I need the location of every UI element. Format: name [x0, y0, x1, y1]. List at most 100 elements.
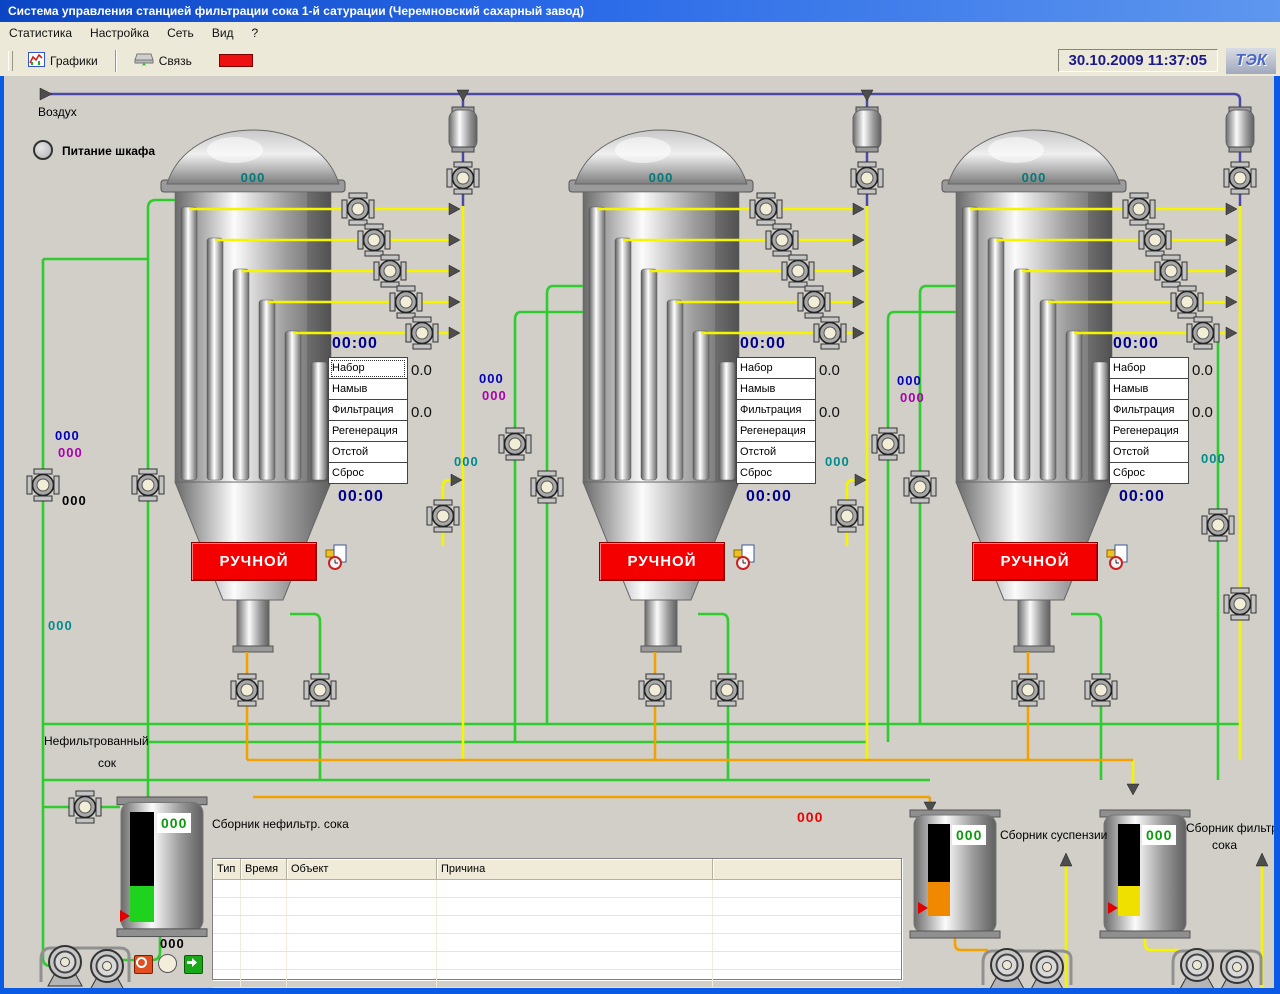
- filter3-timer-top: 00:00: [1113, 335, 1159, 353]
- pump-group-filtered[interactable]: [1180, 949, 1254, 991]
- filter3-mode-button[interactable]: РУЧНОЙ: [972, 542, 1098, 581]
- link-button[interactable]: Связь: [125, 46, 201, 75]
- menu-settings[interactable]: Настройка: [81, 22, 158, 45]
- air-receiver: [449, 107, 1254, 152]
- valve-icon[interactable]: [1187, 317, 1219, 349]
- filter1-nabor-value: 0.0: [411, 362, 432, 379]
- valve-icon[interactable]: [814, 317, 846, 349]
- valve-icon[interactable]: [1155, 255, 1187, 287]
- valve-icon[interactable]: [447, 162, 479, 194]
- valve-icon[interactable]: [831, 500, 863, 532]
- events-table[interactable]: Тип Время Объект Причина: [212, 858, 902, 980]
- valve-icon[interactable]: [711, 674, 743, 706]
- filter1-blue-value: 000: [55, 428, 80, 443]
- filter3-blue-value: 000: [897, 373, 922, 388]
- valve-icon[interactable]: [1085, 674, 1117, 706]
- valve-icon[interactable]: [1139, 224, 1171, 256]
- pump-value: 000: [160, 936, 185, 951]
- valve-icon[interactable]: [750, 193, 782, 225]
- graphs-button[interactable]: Графики: [19, 48, 107, 74]
- valve-icon[interactable]: [782, 255, 814, 287]
- phase-row[interactable]: Сброс: [1110, 463, 1188, 483]
- phase-row[interactable]: Набор: [1110, 358, 1188, 379]
- phase-row[interactable]: Намыв: [329, 379, 407, 400]
- tank-suspension-label: Сборник суспензии: [1000, 828, 1107, 842]
- valve-icon[interactable]: [342, 193, 374, 225]
- phase-row[interactable]: Набор: [737, 358, 815, 379]
- phase-row[interactable]: Набор: [329, 358, 407, 379]
- phase-row[interactable]: Фильтрация: [737, 400, 815, 421]
- filter3-teal-value: 000: [1201, 451, 1226, 466]
- valve-icon[interactable]: [358, 224, 390, 256]
- pump-group-unfiltered[interactable]: [48, 946, 124, 990]
- phase-row[interactable]: Регенерация: [737, 421, 815, 442]
- collector-red-value: 000: [797, 809, 823, 825]
- phase-row[interactable]: Намыв: [737, 379, 815, 400]
- table-row: [213, 934, 901, 952]
- valve-icon[interactable]: [304, 674, 336, 706]
- filter1-filtration-value: 0.0: [411, 404, 432, 421]
- valve-icon[interactable]: [639, 674, 671, 706]
- chart-icon: [28, 52, 45, 70]
- phase-row[interactable]: Отстой: [737, 442, 815, 463]
- filter2-mode-button[interactable]: РУЧНОЙ: [599, 542, 725, 581]
- valve-icon[interactable]: [427, 500, 459, 532]
- tank-unfiltered-value: 000: [157, 813, 191, 833]
- filter1-teal-left-value: 000: [48, 618, 73, 633]
- valve-icon[interactable]: [798, 286, 830, 318]
- column-header-object[interactable]: Объект: [287, 859, 437, 879]
- column-header-reason[interactable]: Причина: [437, 859, 713, 879]
- menu-network[interactable]: Сеть: [158, 22, 203, 45]
- valve-icon[interactable]: [1123, 193, 1155, 225]
- table-row: [213, 970, 901, 988]
- phase-row[interactable]: Намыв: [1110, 379, 1188, 400]
- pump-stop-button[interactable]: [134, 955, 153, 974]
- valve-icon[interactable]: [1224, 162, 1256, 194]
- tank-unfiltered-label: Сборник нефильтр. сока: [212, 817, 349, 831]
- pump-start-button[interactable]: [184, 955, 203, 974]
- column-header-type[interactable]: Тип: [213, 859, 241, 879]
- menu-help[interactable]: ?: [243, 22, 268, 45]
- valve-icon[interactable]: [69, 791, 101, 823]
- valve-icon[interactable]: [390, 286, 422, 318]
- menu-statistics[interactable]: Статистика: [0, 22, 81, 45]
- valve-icon[interactable]: [1202, 509, 1234, 541]
- pump-group-suspension[interactable]: [990, 949, 1064, 991]
- valve-icon[interactable]: [531, 471, 563, 503]
- filter1-timer-bottom: 00:00: [338, 488, 384, 506]
- valve-icon[interactable]: [499, 428, 531, 460]
- valve-icon[interactable]: [1012, 674, 1044, 706]
- phase-row[interactable]: Сброс: [329, 463, 407, 483]
- filter2-timer-bottom: 00:00: [746, 488, 792, 506]
- column-header-time[interactable]: Время: [241, 859, 287, 879]
- filter2-filtration-value: 0.0: [819, 404, 840, 421]
- filter3-timer-bottom: 00:00: [1119, 488, 1165, 506]
- phase-row[interactable]: Отстой: [1110, 442, 1188, 463]
- valve-icon[interactable]: [872, 428, 904, 460]
- valve-icon[interactable]: [1171, 286, 1203, 318]
- window-title: Система управления станцией фильтрации с…: [8, 4, 584, 18]
- phase-row[interactable]: Фильтрация: [1110, 400, 1188, 421]
- valve-icon[interactable]: [1224, 588, 1256, 620]
- phase-row[interactable]: Регенерация: [1110, 421, 1188, 442]
- filter3-purple-value: 000: [900, 390, 925, 405]
- phase-row[interactable]: Сброс: [737, 463, 815, 483]
- filter2-top-value: 000: [641, 170, 681, 185]
- filter3-filtration-value: 0.0: [1192, 404, 1213, 421]
- valve-icon[interactable]: [766, 224, 798, 256]
- filter1-black-value: 000: [62, 493, 87, 508]
- phase-row[interactable]: Регенерация: [329, 421, 407, 442]
- valve-icon[interactable]: [406, 317, 438, 349]
- valve-icon[interactable]: [904, 471, 936, 503]
- company-logo: ТЭК: [1226, 48, 1276, 74]
- valve-icon[interactable]: [374, 255, 406, 287]
- filter1-mode-button[interactable]: РУЧНОЙ: [191, 542, 317, 581]
- valve-icon[interactable]: [851, 162, 883, 194]
- menu-view[interactable]: Вид: [203, 22, 243, 45]
- phase-row[interactable]: Фильтрация: [329, 400, 407, 421]
- valve-icon[interactable]: [132, 469, 164, 501]
- window-border-left: [0, 76, 4, 994]
- phase-row[interactable]: Отстой: [329, 442, 407, 463]
- valve-icon[interactable]: [27, 469, 59, 501]
- valve-icon[interactable]: [231, 674, 263, 706]
